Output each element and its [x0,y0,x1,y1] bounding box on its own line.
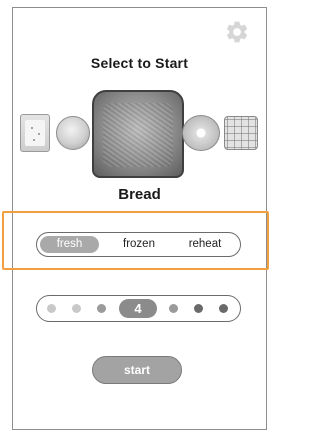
doneness-selected-level[interactable]: 4 [119,299,157,318]
poptart-frosting [25,120,45,146]
doneness-dot-7[interactable] [219,304,228,313]
food-bagel[interactable] [182,115,220,151]
mode-option-reheat[interactable]: reheat [176,236,234,253]
selected-food-label: Bread [118,186,161,203]
poptart-sprinkle [38,133,40,135]
gear-icon[interactable] [224,19,250,45]
mode-selector: fresh frozen reheat [36,232,241,257]
food-bread[interactable] [92,90,184,178]
doneness-dot-5[interactable] [169,304,178,313]
food-waffle[interactable] [224,116,258,150]
poptart-sprinkle [33,139,35,141]
doneness-selector: 4 [36,295,241,322]
page-title: Select to Start [90,55,189,71]
doneness-dot-1[interactable] [47,304,56,313]
food-english-muffin[interactable] [56,116,90,150]
mode-option-frozen[interactable]: frozen [110,236,168,253]
doneness-dot-6[interactable] [194,304,203,313]
bread-crumb-texture [103,103,173,167]
food-poptart[interactable] [20,114,50,152]
doneness-dot-3[interactable] [97,304,106,313]
mode-option-fresh[interactable]: fresh [40,236,99,253]
doneness-dot-2[interactable] [72,304,81,313]
poptart-sprinkle [31,127,33,129]
start-button[interactable]: start [92,356,182,384]
